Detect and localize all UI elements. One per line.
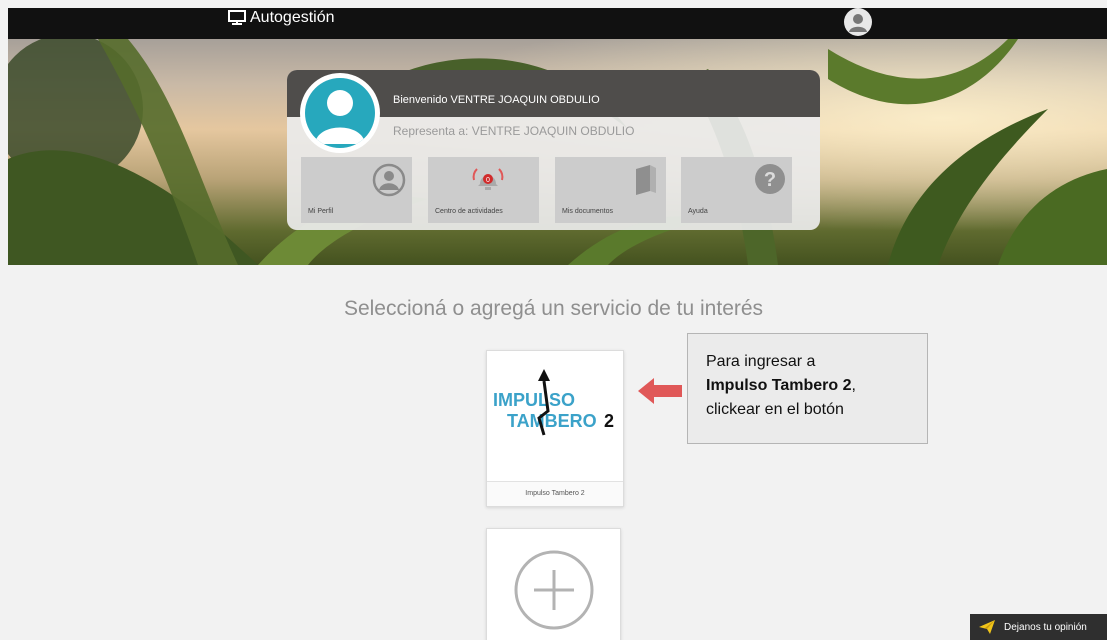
tile-label: Ayuda [688, 208, 708, 215]
feedback-button[interactable]: Dejanos tu opinión [970, 614, 1107, 640]
plus-circle-icon [514, 550, 594, 630]
tile-mi-perfil[interactable]: Mi Perfil [301, 157, 412, 223]
monitor-icon [228, 10, 246, 25]
alarm-bell-icon: 0 [472, 168, 504, 190]
svg-text:?: ? [764, 169, 776, 191]
add-service-button[interactable] [486, 528, 621, 640]
welcome-card: Bienvenido VENTRE JOAQUIN OBDULIO Repres… [287, 70, 820, 230]
page: Autogestión Bienvenido VENTRE JOAQUIN OB… [0, 0, 1107, 640]
tile-label: Mis documentos [562, 208, 613, 215]
brand-label: Autogestión [250, 9, 335, 26]
svg-text:2: 2 [604, 411, 614, 431]
impulso-tambero-logo: IMPULSO TAMBERO 2 [493, 369, 614, 436]
pointer-arrow [638, 378, 682, 404]
service-card-impulso-tambero[interactable]: IMPULSO TAMBERO 2 Impulso Tambero 2 [486, 350, 624, 507]
tile-ayuda[interactable]: ? Ayuda [681, 157, 792, 223]
paper-plane-icon [979, 620, 995, 634]
brand-link[interactable]: Autogestión [228, 9, 335, 27]
tile-mis-documentos[interactable]: Mis documentos [555, 157, 666, 223]
page-title: Seleccioná o agregá un servicio de tu in… [343, 297, 764, 320]
welcome-text: Bienvenido VENTRE JOAQUIN OBDULIO [393, 94, 600, 106]
svg-text:IMPULSO: IMPULSO [493, 390, 575, 410]
profile-avatar [300, 73, 380, 153]
user-icon [849, 14, 867, 32]
service-name: Impulso Tambero 2 [487, 481, 623, 506]
represents-text: Representa a: VENTRE JOAQUIN OBDULIO [393, 124, 635, 138]
help-circle-icon: ? [755, 164, 785, 194]
tile-centro-de-actividades[interactable]: 0 Centro de actividades [428, 157, 539, 223]
tile-label: Mi Perfil [308, 208, 334, 215]
callout-line-3: clickear en el botón [706, 401, 844, 418]
user-avatar-button[interactable] [844, 8, 872, 36]
user-circle-icon [372, 163, 406, 197]
callout-line-1: Para ingresar a [706, 353, 816, 370]
instruction-callout: Para ingresar a Impulso Tambero 2, click… [687, 333, 928, 444]
feedback-label: Dejanos tu opinión [1004, 621, 1087, 633]
callout-service-name: Impulso Tambero 2 [706, 377, 852, 394]
callout-comma: , [851, 377, 856, 394]
svg-text:TAMBERO: TAMBERO [507, 411, 597, 431]
person-icon [315, 90, 365, 144]
top-bar: Autogestión [8, 8, 1107, 39]
book-icon [636, 165, 656, 195]
tile-label: Centro de actividades [435, 208, 503, 215]
activity-badge: 0 [486, 177, 490, 184]
